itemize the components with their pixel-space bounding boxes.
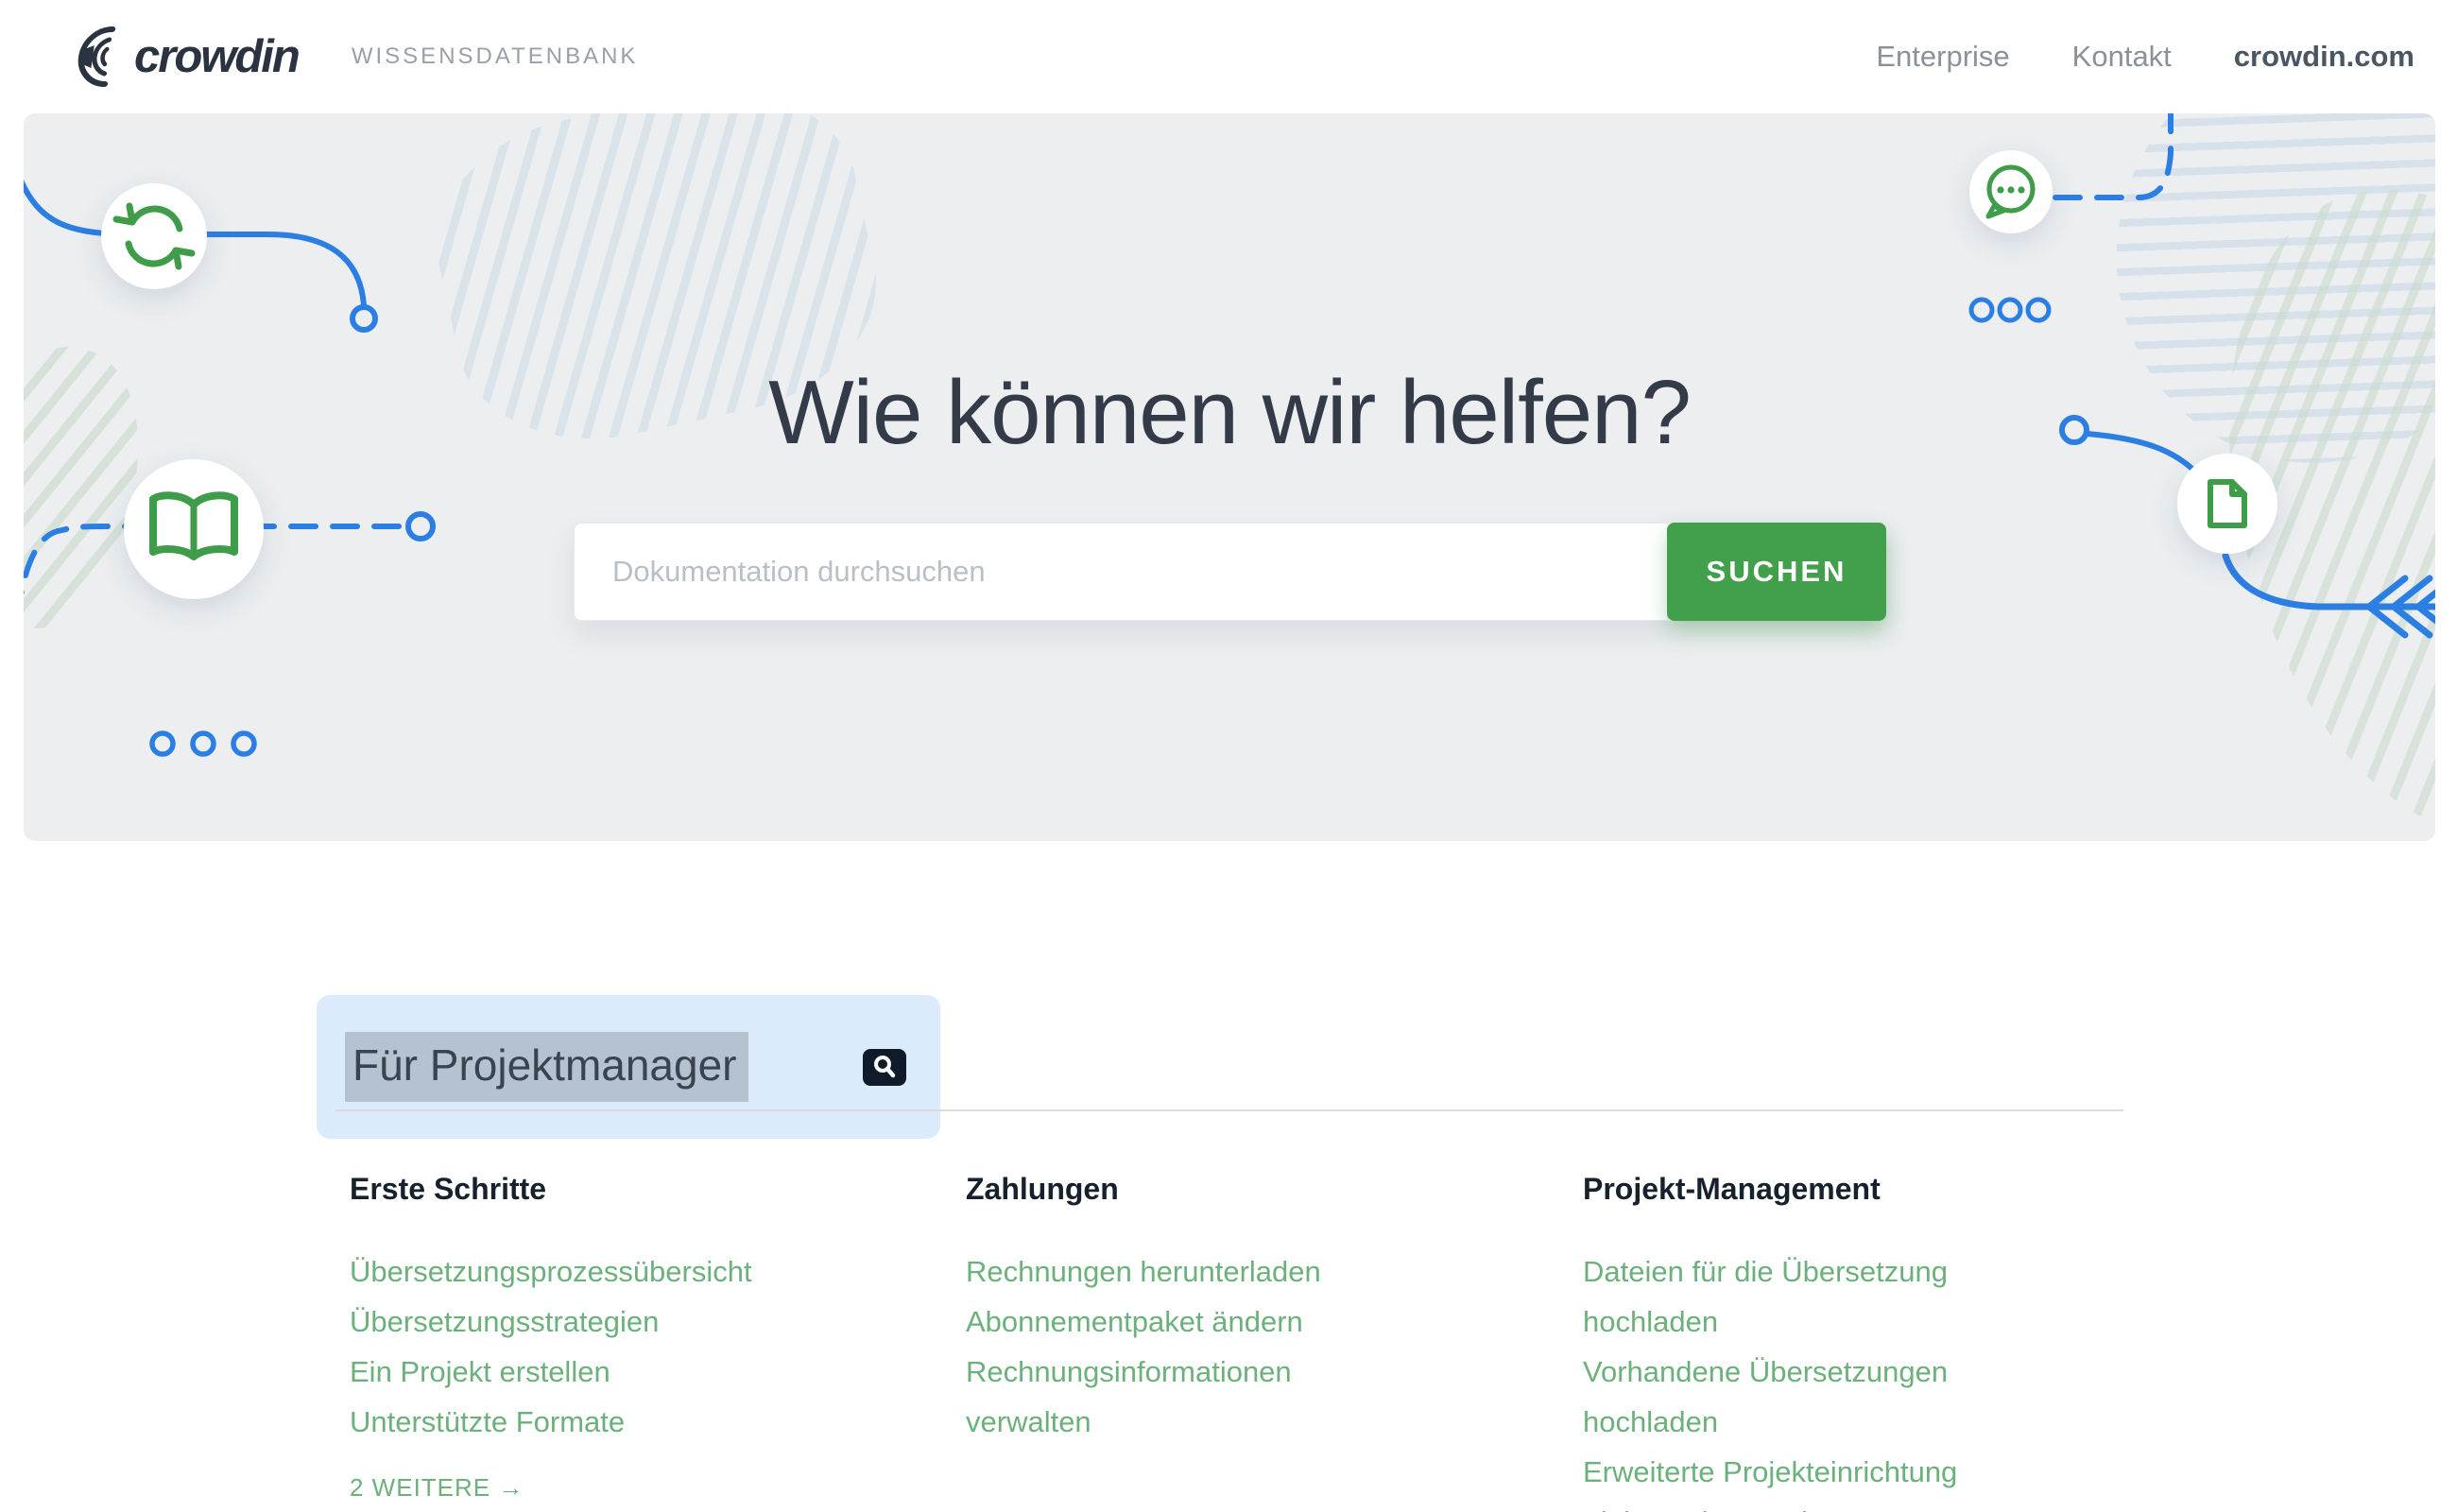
crowdin-logo[interactable]: crowdin (55, 24, 299, 90)
dot-ring (2028, 300, 2049, 320)
crowdin-logo-wordmark: crowdin (134, 30, 299, 83)
knowledge-base-page: crowdin WISSENSDATENBANK Enterprise Kont… (0, 0, 2457, 1512)
page-search-icon (870, 1053, 899, 1081)
article-link[interactable]: Übersetzungsstrategien (350, 1297, 841, 1347)
article-link[interactable]: Erweiterte Projekteinrichtung (1583, 1447, 1989, 1497)
sync-icon-circle (101, 183, 207, 289)
search-bar: SUCHEN (574, 523, 1886, 621)
dot-ring (193, 733, 214, 754)
section-title-box: Für Projektmanager (317, 995, 940, 1139)
hero-title: Wie können wir helfen? (24, 361, 2435, 465)
nav-link-kontakt[interactable]: Kontakt (2072, 40, 2172, 74)
article-link[interactable]: Übersetzungsprozessübersicht (350, 1246, 841, 1297)
section-title: Für Projektmanager (345, 1032, 748, 1102)
page-search-button[interactable] (863, 1049, 906, 1086)
knowledge-base-label: WISSENSDATENBANK (352, 43, 639, 70)
dot-ring (233, 733, 254, 754)
search-button[interactable]: SUCHEN (1667, 523, 1886, 621)
column-projekt-management: Projekt-Management Dateien für die Übers… (1583, 1172, 1989, 1512)
dashed-line-right (2055, 113, 2171, 198)
nav-link-enterprise[interactable]: Enterprise (1876, 40, 2009, 74)
column-erste-schritte: Erste Schritte Übersetzungsprozessübersi… (350, 1172, 841, 1503)
crowdin-logo-icon (55, 24, 129, 90)
article-link[interactable]: Rechnungsinformationen verwalten (966, 1347, 1344, 1447)
column-heading: Projekt-Management (1583, 1172, 1989, 1207)
article-link[interactable]: Zielsprachen ändern (1583, 1497, 1989, 1512)
column-heading: Zahlungen (966, 1172, 1344, 1207)
article-link[interactable]: Ein Projekt erstellen (350, 1347, 841, 1397)
line-end-ring (352, 307, 375, 330)
dot-ring (1971, 300, 1992, 320)
dot-ring (2000, 300, 2020, 320)
article-link[interactable]: Vorhandene Übersetzungen hochladen (1583, 1347, 1989, 1447)
nav-link-crowdin-com[interactable]: crowdin.com (2234, 40, 2414, 74)
dashed-end-ring (408, 514, 433, 539)
article-link[interactable]: Unterstützte Formate (350, 1397, 841, 1447)
hero-decoration (24, 113, 2435, 841)
hero-panel: Wie können wir helfen? SUCHEN (24, 113, 2435, 841)
article-link[interactable]: Rechnungen herunterladen (966, 1246, 1344, 1297)
article-link[interactable]: Abonnementpaket ändern (966, 1297, 1344, 1347)
dot-ring (152, 733, 173, 754)
column-heading: Erste Schritte (350, 1172, 841, 1207)
top-navbar: crowdin WISSENSDATENBANK Enterprise Kont… (0, 0, 2457, 113)
document-icon (2210, 482, 2244, 525)
article-link[interactable]: Dateien für die Übersetzung hochladen (1583, 1246, 1989, 1347)
section-divider (335, 1109, 2123, 1111)
column-zahlungen: Zahlungen Rechnungen herunterladen Abonn… (966, 1172, 1344, 1447)
more-articles-link[interactable]: 2 WEITERE → (350, 1473, 524, 1503)
search-input[interactable] (574, 523, 1667, 621)
